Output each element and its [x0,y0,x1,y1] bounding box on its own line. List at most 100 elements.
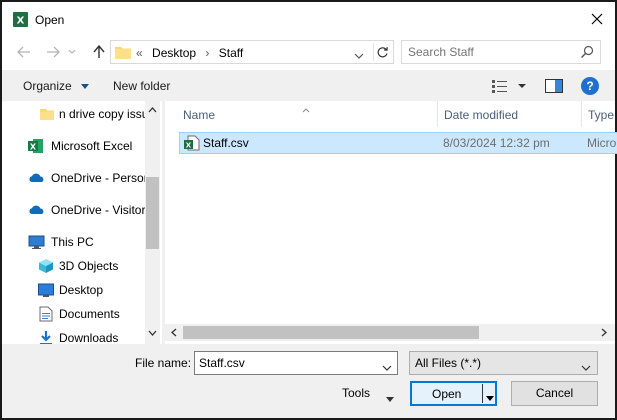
onedrive-icon [28,202,44,218]
chevron-down-icon [382,365,392,371]
dialog-footer: File name: Staff.csv All Files (*.*) Too… [2,344,615,418]
caret-down-icon [486,396,494,401]
3d-objects-icon [38,258,54,274]
navigation-pane: n drive copy issu X Microsoft Excel OneD… [2,101,162,345]
chevron-down-icon [354,53,364,59]
column-name[interactable]: Name [183,108,215,122]
sort-ascending-icon [302,102,310,116]
file-type-value: All Files (*.*) [415,356,482,370]
open-file-dialog: X Open « Desktop › Staff Search Staff Or… [0,0,617,420]
tools-caret-icon[interactable] [386,391,394,405]
open-button-label: Open [432,387,462,401]
desktop-icon [38,282,54,298]
onedrive-icon [28,170,44,186]
breadcrumb-desktop[interactable]: Desktop [152,46,196,60]
folder-icon [39,106,55,122]
sidebar-item-label: 3D Objects [59,259,119,273]
sidebar-item-microsoft-excel[interactable]: X Microsoft Excel [2,135,146,157]
column-date-modified[interactable]: Date modified [444,108,518,122]
scroll-right-icon[interactable] [598,324,610,341]
navigation-bar: « Desktop › Staff [2,36,615,70]
scroll-left-icon[interactable] [168,324,180,341]
up-button[interactable] [89,42,109,62]
organize-label: Organize [23,79,72,93]
breadcrumb-separator-icon: › [205,46,210,60]
sidebar-item-label: Microsoft Excel [51,139,133,153]
folder-icon [115,45,131,62]
breadcrumb-overflow[interactable]: « [136,46,143,60]
file-name-dropdown[interactable] [382,360,392,374]
sidebar-item-onedrive-personal[interactable]: OneDrive - Persor [2,167,146,189]
new-folder-button[interactable]: New folder [113,79,170,93]
file-name-combobox[interactable]: Staff.csv [194,351,398,375]
svg-text:X: X [186,141,192,149]
back-button[interactable] [14,42,34,62]
split-divider [482,384,483,403]
open-options-dropdown[interactable] [486,390,494,404]
sidebar-item-n-drive-copy[interactable]: n drive copy issu [2,103,146,125]
address-bar[interactable]: « Desktop › Staff [110,40,394,64]
file-name-label: File name: [135,356,192,370]
tools-menu-button[interactable]: Tools [342,386,370,400]
scroll-down-icon[interactable] [145,327,160,339]
scroll-up-icon[interactable] [145,104,160,116]
arrow-up-icon [93,45,105,58]
sidebar-item-label: This PC [51,235,94,249]
svg-text:X: X [30,142,37,151]
file-list-horizontal-scrollbar[interactable] [165,324,615,341]
column-type[interactable]: Type [588,108,614,122]
search-box[interactable] [401,40,601,64]
recent-locations-button[interactable] [66,42,78,62]
file-name: Staff.csv [203,136,249,150]
refresh-button[interactable] [373,43,391,61]
column-header: Name Date modified Type [165,101,615,129]
excel-icon: X [28,138,44,154]
cancel-button[interactable]: Cancel [511,381,598,406]
close-icon [591,13,603,25]
column-divider[interactable] [437,101,438,127]
change-view-button[interactable] [491,79,529,96]
preview-pane-button[interactable] [545,79,563,96]
command-toolbar: Organize New folder ? [2,70,615,102]
arrow-left-icon [17,46,30,58]
sidebar-item-onedrive-visitor[interactable]: OneDrive - Visitor [2,199,146,221]
sidebar-item-documents[interactable]: Documents [2,303,146,325]
file-name-input[interactable]: Staff.csv [199,356,245,370]
address-history-dropdown[interactable] [354,48,364,62]
refresh-icon [377,46,388,57]
search-input[interactable] [408,45,568,59]
title-bar: X Open [2,2,615,36]
breadcrumb: « Desktop › Staff [136,46,249,60]
preview-pane-icon [545,79,563,93]
sidebar-scrollbar[interactable] [145,101,160,344]
open-button[interactable]: Open [410,381,497,406]
sidebar-item-label: n drive copy issu [59,107,146,121]
sidebar-item-label: Documents [59,307,120,321]
sidebar-item-desktop[interactable]: Desktop [2,279,146,301]
sidebar-item-label: OneDrive - Persor [51,171,146,185]
file-date-modified: 8/03/2024 12:32 pm [443,136,550,150]
chevron-down-icon [581,360,591,374]
file-row-staff-csv[interactable]: X Staff.csv 8/03/2024 12:32 pm Micro [179,132,617,154]
organize-menu-button[interactable]: Organize [23,79,90,93]
column-divider[interactable] [581,101,582,127]
sidebar-item-label: Downloads [59,331,119,345]
sidebar-item-this-pc[interactable]: This PC [2,231,146,253]
sidebar-item-label: Desktop [59,283,104,297]
csv-file-icon: X [184,135,200,154]
forward-button[interactable] [43,42,63,62]
excel-app-icon: X [13,12,28,27]
window-title: Open [35,13,65,27]
help-button[interactable]: ? [581,77,599,95]
sidebar-scroll-thumb[interactable] [146,177,159,249]
chevron-down-icon [68,49,76,54]
breadcrumb-staff[interactable]: Staff [219,46,243,60]
file-type-select[interactable]: All Files (*.*) [409,351,598,375]
sidebar-item-3d-objects[interactable]: 3D Objects [2,255,146,277]
file-type: Micro [587,136,617,150]
svg-text:X: X [17,16,25,27]
close-button[interactable] [585,8,609,30]
search-icon[interactable] [580,45,594,62]
horizontal-scroll-thumb[interactable] [183,326,479,339]
file-list: Name Date modified Type X Staff.csv 8/03… [165,101,617,344]
